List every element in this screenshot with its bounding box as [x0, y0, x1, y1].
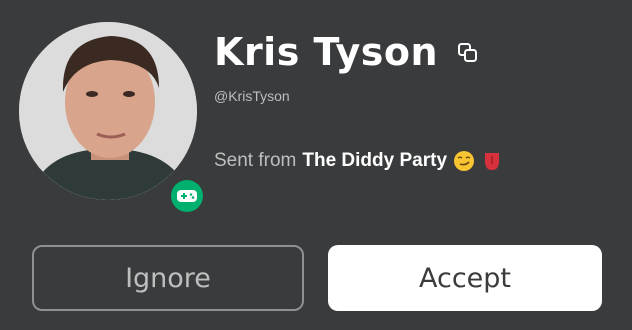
ignore-button[interactable]: Ignore	[32, 245, 304, 311]
smirk-face-emoji-icon	[453, 150, 475, 172]
experience-link[interactable]: The Diddy Party	[302, 150, 447, 172]
status-badge	[167, 176, 207, 216]
tongue-emoji-icon	[481, 150, 503, 172]
accept-button[interactable]: Accept	[328, 245, 602, 311]
username: @KrisTyson	[214, 88, 290, 104]
sent-from-line: Sent from The Diddy Party	[214, 150, 503, 172]
copy-icon[interactable]	[456, 41, 480, 65]
avatar[interactable]	[19, 22, 197, 200]
avatar-image	[19, 22, 197, 200]
avatar-container[interactable]	[19, 22, 207, 216]
display-name: Kris Tyson	[214, 30, 439, 74]
game-controller-icon	[171, 180, 203, 212]
sent-from-label: Sent from	[214, 150, 297, 171]
friend-request-card: Kris Tyson @KrisTyson Sent from The Didd…	[0, 0, 632, 330]
name-row: Kris Tyson	[214, 28, 480, 76]
